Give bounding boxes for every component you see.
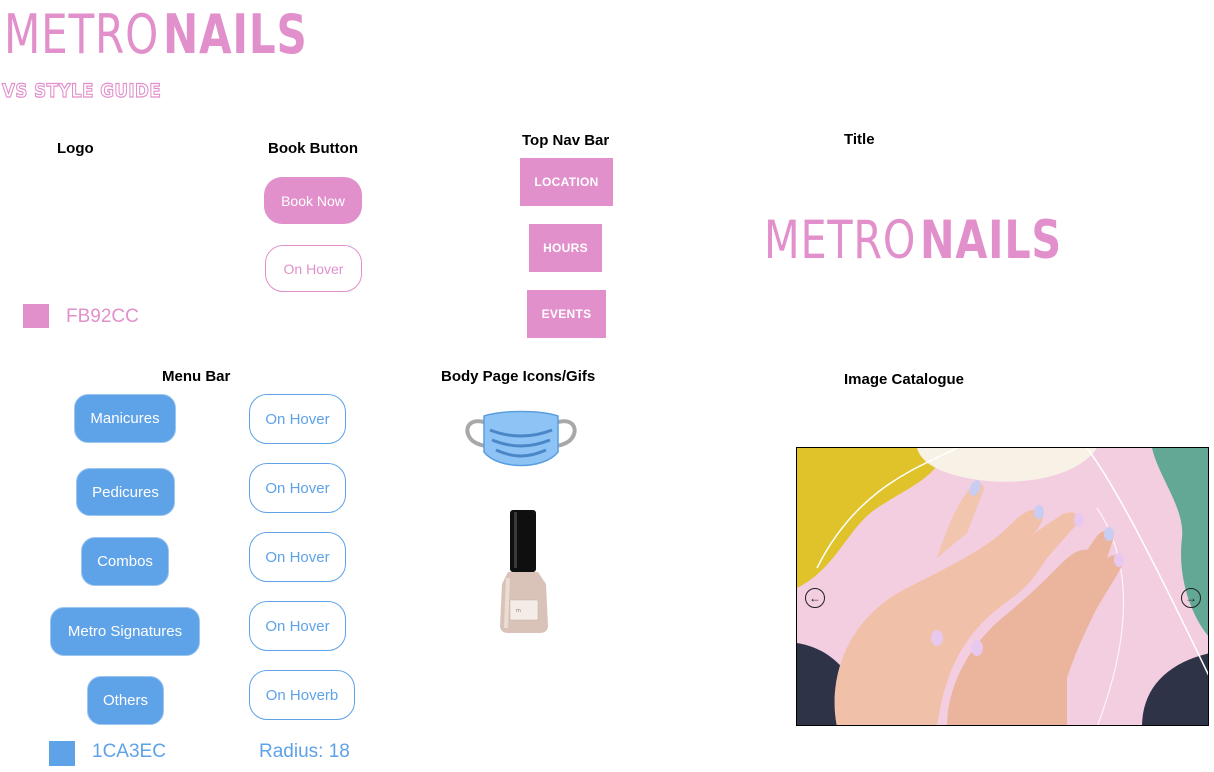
style-guide-subtitle: VS STYLE GUIDE: [1, 79, 162, 102]
book-now-hover-button[interactable]: On Hover: [265, 245, 362, 292]
menu-bar-heading: Menu Bar: [162, 368, 231, 385]
blue-color-label: 1CA3EC: [92, 741, 166, 762]
menu-hover-button[interactable]: On Hoverb: [249, 670, 355, 720]
face-mask-icon: [462, 408, 580, 476]
arrow-right-icon[interactable]: →: [1181, 588, 1201, 608]
body-icons-heading: Body Page Icons/Gifs: [441, 368, 596, 385]
image-catalogue-heading: Image Catalogue: [844, 371, 965, 388]
top-nav-heading: Top Nav Bar: [522, 132, 610, 149]
brand-logo-bold: NAILS: [162, 3, 308, 66]
book-now-button[interactable]: Book Now: [264, 177, 362, 224]
menu-hover-button[interactable]: On Hover: [249, 463, 346, 513]
menu-hover-button[interactable]: On Hover: [249, 532, 346, 582]
arrow-left-icon[interactable]: ←: [805, 588, 825, 608]
pink-color-swatch: [23, 304, 49, 328]
brand-logo: METRONAILS: [4, 8, 348, 62]
title-logo-thin: METRO: [764, 210, 917, 271]
title-heading: Title: [844, 131, 875, 148]
book-button-heading: Book Button: [268, 140, 358, 157]
nail-polish-icon: m: [496, 508, 552, 634]
pink-color-label: FB92CC: [66, 306, 139, 327]
menu-pedicures-button[interactable]: Pedicures: [76, 468, 175, 516]
menu-manicures-button[interactable]: Manicures: [74, 394, 176, 443]
logo-heading: Logo: [57, 140, 94, 157]
image-catalogue-frame: ← →: [796, 447, 1209, 726]
menu-metro-signatures-button[interactable]: Metro Signatures: [50, 607, 200, 656]
menu-others-button[interactable]: Others: [87, 676, 164, 725]
brand-logo-thin: METRO: [4, 3, 160, 66]
nav-location-button[interactable]: LOCATION: [520, 158, 613, 206]
svg-text:m: m: [516, 608, 521, 614]
blue-color-swatch: [49, 741, 75, 766]
title-logo-bold: NAILS: [920, 210, 1063, 271]
menu-hover-button[interactable]: On Hover: [249, 394, 346, 444]
nav-hours-button[interactable]: HOURS: [529, 224, 602, 272]
radius-label: Radius: 18: [259, 741, 350, 762]
title-logo: METRONAILS: [764, 214, 1102, 267]
nav-events-button[interactable]: EVENTS: [527, 290, 606, 338]
menu-combos-button[interactable]: Combos: [81, 537, 169, 586]
menu-hover-button[interactable]: On Hover: [249, 601, 346, 651]
manicure-photo: [797, 448, 1208, 725]
